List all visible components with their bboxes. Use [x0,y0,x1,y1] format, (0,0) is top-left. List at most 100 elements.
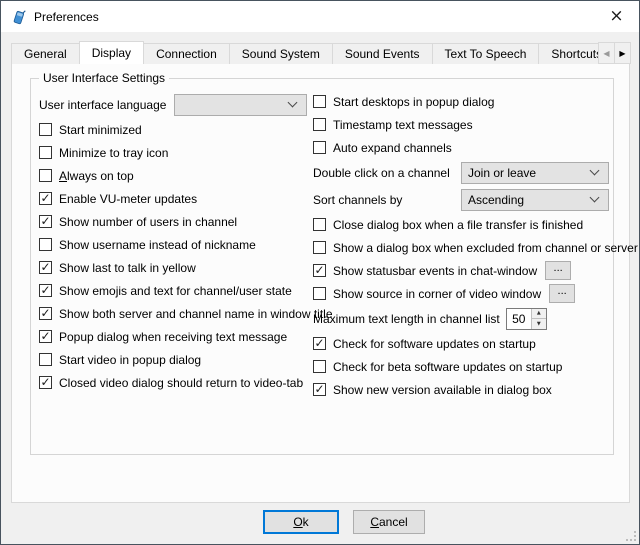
tab-bar: GeneralDisplayConnectionSound SystemSoun… [11,41,631,64]
left-checkbox-list: Start minimized Minimize to tray icon Alwa… [39,118,307,394]
checkbox-row: Show source in corner of video window... [313,282,609,305]
checkbox-label: Show a dialog box when excluded from cha… [333,241,638,255]
checkbox-row: ✓ Show emojis and text for channel/user s… [39,279,307,302]
display-tab-page: User Interface Settings User interface l… [11,63,630,503]
sort-channels-dropdown[interactable]: Ascending [461,189,609,211]
tab-general[interactable]: General [11,43,80,64]
max-text-length-spinner[interactable]: 50 ▲ ▼ [506,308,547,330]
checkbox-label: Start desktops in popup dialog [333,95,494,109]
right-top-checkbox-list: Start desktops in popup dialog Timestamp … [313,90,609,159]
checkbox-label: Show last to talk in yellow [59,261,196,275]
checkbox-row: ✓ Show last to talk in yellow [39,256,307,279]
checkbox-row: Check for beta software updates on start… [313,355,609,378]
double-click-label: Double click on a channel [313,166,461,180]
checkbox-unchecked[interactable] [39,353,52,366]
checkbox-label: Closed video dialog should return to vid… [59,376,303,390]
checkbox-checked[interactable]: ✓ [39,215,52,228]
checkbox-label: Timestamp text messages [333,118,473,132]
checkbox-label: Popup dialog when receiving text message [59,330,287,344]
right-bottom-checkbox-list: ✓ Check for software updates on startup Ch… [313,332,609,401]
spin-down-icon[interactable]: ▼ [532,319,546,329]
checkbox-unchecked[interactable] [313,118,326,131]
language-dropdown[interactable] [174,94,307,116]
checkbox-label: Close dialog box when a file transfer is… [333,218,583,232]
cancel-button[interactable]: Cancel [353,510,425,534]
checkbox-label: Check for beta software updates on start… [333,360,562,374]
checkbox-row: ✓ Popup dialog when receiving text messag… [39,325,307,348]
checkbox-checked[interactable]: ✓ [313,264,326,277]
checkbox-label: Always on top [59,169,134,183]
title-bar: Preferences × [1,1,639,32]
checkbox-unchecked[interactable] [313,360,326,373]
group-title: User Interface Settings [39,71,169,85]
checkbox-label: Auto expand channels [333,141,452,155]
checkbox-unchecked[interactable] [313,95,326,108]
spinner-value: 50 [507,309,531,329]
checkbox-row: ✓ Enable VU-meter updates [39,187,307,210]
tab-scroll-right-button[interactable]: ▶ [614,42,631,64]
checkbox-row: Close dialog box when a file transfer is… [313,213,609,236]
checkbox-row: ✓Show both server and channel name in wi… [39,302,307,325]
checkbox-row: Always on top [39,164,307,187]
right-column: Start desktops in popup dialog Timestamp … [313,90,609,401]
checkbox-label: Show emojis and text for channel/user st… [59,284,292,298]
checkbox-label: Start minimized [59,123,142,137]
checkbox-unchecked[interactable] [39,146,52,159]
checkbox-row: Show a dialog box when excluded from cha… [313,236,609,259]
checkbox-label: Show new version available in dialog box [333,383,552,397]
checkbox-row: Start minimized [39,118,307,141]
checkbox-unchecked[interactable] [39,123,52,136]
checkbox-checked[interactable]: ✓ [39,261,52,274]
chevron-down-icon [590,193,600,203]
tab-scroll-left-button[interactable]: ◀ [598,42,615,64]
ellipsis-button[interactable]: ... [549,284,575,303]
checkbox-unchecked[interactable] [39,238,52,251]
chevron-down-icon [590,166,600,176]
tab-sound-events[interactable]: Sound Events [332,43,433,64]
ellipsis-button[interactable]: ... [545,261,571,280]
ok-button[interactable]: Ok [263,510,339,534]
checkbox-unchecked[interactable] [39,169,52,182]
tab-text-to-speech[interactable]: Text To Speech [432,43,540,64]
checkbox-unchecked[interactable] [313,287,326,300]
tab-scroll-buttons: ◀ ▶ [599,42,631,64]
chevron-down-icon [288,98,298,108]
checkbox-label: Show number of users in channel [59,215,237,229]
max-text-length-label: Maximum text length in channel list [313,312,500,326]
checkbox-row: ✓ Show number of users in channel [39,210,307,233]
checkbox-label: Show both server and channel name in win… [59,307,333,321]
tab-display[interactable]: Display [79,41,144,64]
checkbox-row: Timestamp text messages [313,113,609,136]
checkbox-row: Minimize to tray icon [39,141,307,164]
checkbox-checked[interactable]: ✓ [39,307,52,320]
checkbox-row: ✓ Show new version available in dialog bo… [313,378,609,401]
tab-connection[interactable]: Connection [143,43,230,64]
checkbox-checked[interactable]: ✓ [313,337,326,350]
double-click-dropdown[interactable]: Join or leave [461,162,609,184]
checkbox-label: Enable VU-meter updates [59,192,197,206]
checkbox-row: ✓Show statusbar events in chat-window... [313,259,609,282]
checkbox-unchecked[interactable] [313,218,326,231]
resize-grip[interactable] [626,531,636,541]
language-label: User interface language [39,98,166,112]
teamtalk-logo-icon [10,8,27,25]
close-icon[interactable]: × [594,1,639,31]
max-text-length-row: Maximum text length in channel list 50 ▲… [313,305,609,332]
checkbox-label: Show username instead of nickname [59,238,256,252]
right-mid-checkbox-list: Close dialog box when a file transfer is… [313,213,609,305]
checkbox-checked[interactable]: ✓ [39,330,52,343]
checkbox-checked[interactable]: ✓ [313,383,326,396]
sort-channels-label: Sort channels by [313,193,461,207]
checkbox-checked[interactable]: ✓ [39,192,52,205]
checkbox-row: ✓ Check for software updates on startup [313,332,609,355]
checkbox-checked[interactable]: ✓ [39,284,52,297]
spin-up-icon[interactable]: ▲ [532,309,546,320]
checkbox-unchecked[interactable] [313,241,326,254]
tab-sound-system[interactable]: Sound System [229,43,333,64]
language-row: User interface language [39,91,307,118]
sort-channels-value: Ascending [468,193,591,207]
checkbox-label: Check for software updates on startup [333,337,536,351]
checkbox-checked[interactable]: ✓ [39,376,52,389]
checkbox-row: Start video in popup dialog [39,348,307,371]
checkbox-unchecked[interactable] [313,141,326,154]
